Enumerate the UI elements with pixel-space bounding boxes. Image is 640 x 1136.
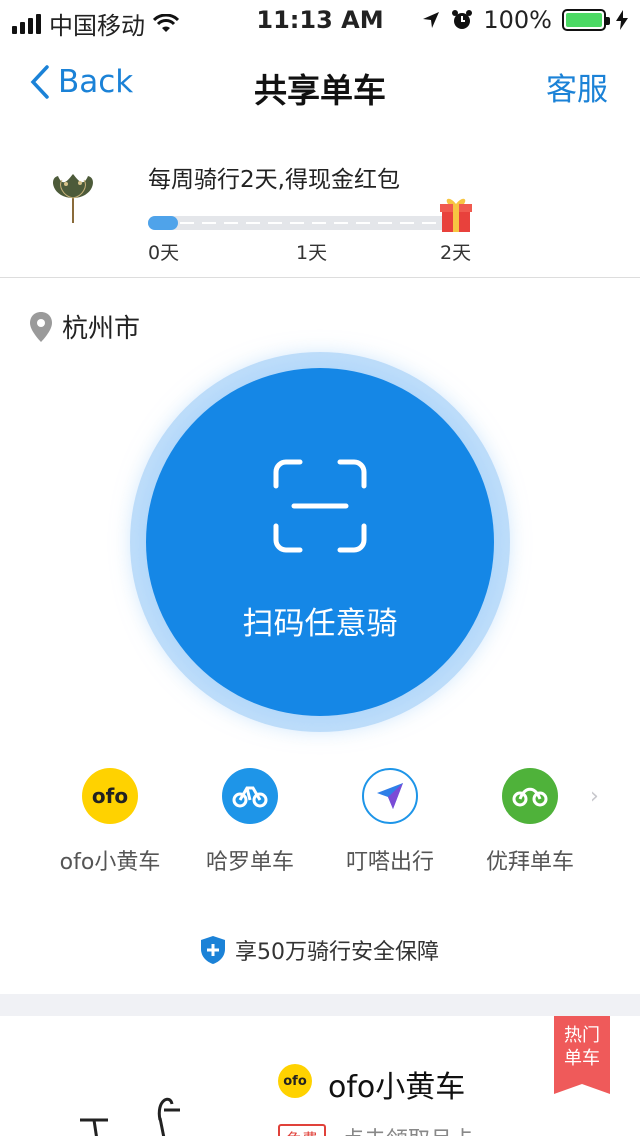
brand-label: 叮嗒出行 [345, 850, 434, 875]
status-bar: 中国移动 11:13 AM 100% [0, 0, 640, 40]
ubike-logo-icon [502, 768, 558, 824]
bicycle-image [80, 1097, 180, 1136]
brand-hellobike[interactable]: 哈罗单车 [180, 768, 320, 876]
location-pin-icon [30, 311, 52, 342]
progress-track-dashes [180, 222, 440, 224]
brand-dingda[interactable]: 叮嗒出行 [320, 768, 460, 876]
brand-label: 哈罗单车 [205, 850, 294, 875]
ofo-logo-icon: ofo [82, 768, 138, 824]
battery-icon [562, 9, 610, 31]
location-arrow-icon [423, 12, 440, 28]
dingda-logo-icon [362, 768, 418, 824]
hot-bike-badge: 热门单车 [554, 1016, 610, 1094]
tick-0: 0天 [148, 242, 180, 264]
promo-text: 每周骑行2天,得现金红包 [148, 167, 400, 193]
weekly-ride-promo[interactable]: 每周骑行2天,得现金红包 0天 1天 2天 [0, 128, 640, 278]
battery-percent: 100% [483, 6, 552, 34]
card-subtitle: 点击领取月卡 [342, 1122, 474, 1136]
brand-ofo[interactable]: ofo ofo小黄车 [40, 768, 180, 876]
hellobike-logo-icon [222, 768, 278, 824]
shield-plus-icon [201, 936, 225, 964]
city-label: 杭州市 [62, 314, 141, 344]
ginkgo-leaf-image [53, 174, 93, 223]
scan-frame-icon [273, 459, 367, 553]
gift-icon [440, 198, 472, 232]
brand-label: 优拜单车 [485, 850, 574, 875]
customer-service-button[interactable]: 客服 [546, 64, 608, 109]
location-selector[interactable]: 杭州市 [30, 308, 140, 345]
nav-bar: Back 共享单车 客服 [0, 40, 640, 128]
featured-bike-card[interactable]: ofo ofo小黄车 免费 点击领取月卡 热门单车 [0, 1016, 640, 1136]
bike-brands-row: ofo ofo小黄车 哈罗单车 叮嗒出行 优拜单车 › [0, 768, 640, 888]
status-right: 100% [421, 6, 628, 34]
page-title: 共享单车 [254, 71, 386, 110]
scan-to-ride-button[interactable]: 扫码任意骑 [146, 368, 494, 716]
tick-2: 2天 [440, 242, 472, 264]
safety-guarantee[interactable]: 享50万骑行安全保障 [0, 934, 640, 966]
brand-label: ofo小黄车 [59, 850, 161, 875]
brand-ubike[interactable]: 优拜单车 [460, 768, 600, 876]
free-tag: 免费 [278, 1124, 327, 1136]
charging-icon [616, 10, 628, 30]
safety-text: 享50万骑行安全保障 [235, 940, 439, 965]
chevron-right-icon[interactable]: › [590, 784, 599, 809]
card-title: ofo小黄车 [328, 1070, 466, 1105]
alarm-icon [452, 10, 473, 29]
tick-1: 1天 [296, 242, 328, 264]
hot-badge-label: 热门单车 [564, 1025, 600, 1069]
progress-fill [148, 216, 178, 230]
ofo-logo-icon: ofo [278, 1064, 312, 1098]
section-divider [0, 994, 640, 1016]
scan-label: 扫码任意骑 [242, 606, 398, 642]
